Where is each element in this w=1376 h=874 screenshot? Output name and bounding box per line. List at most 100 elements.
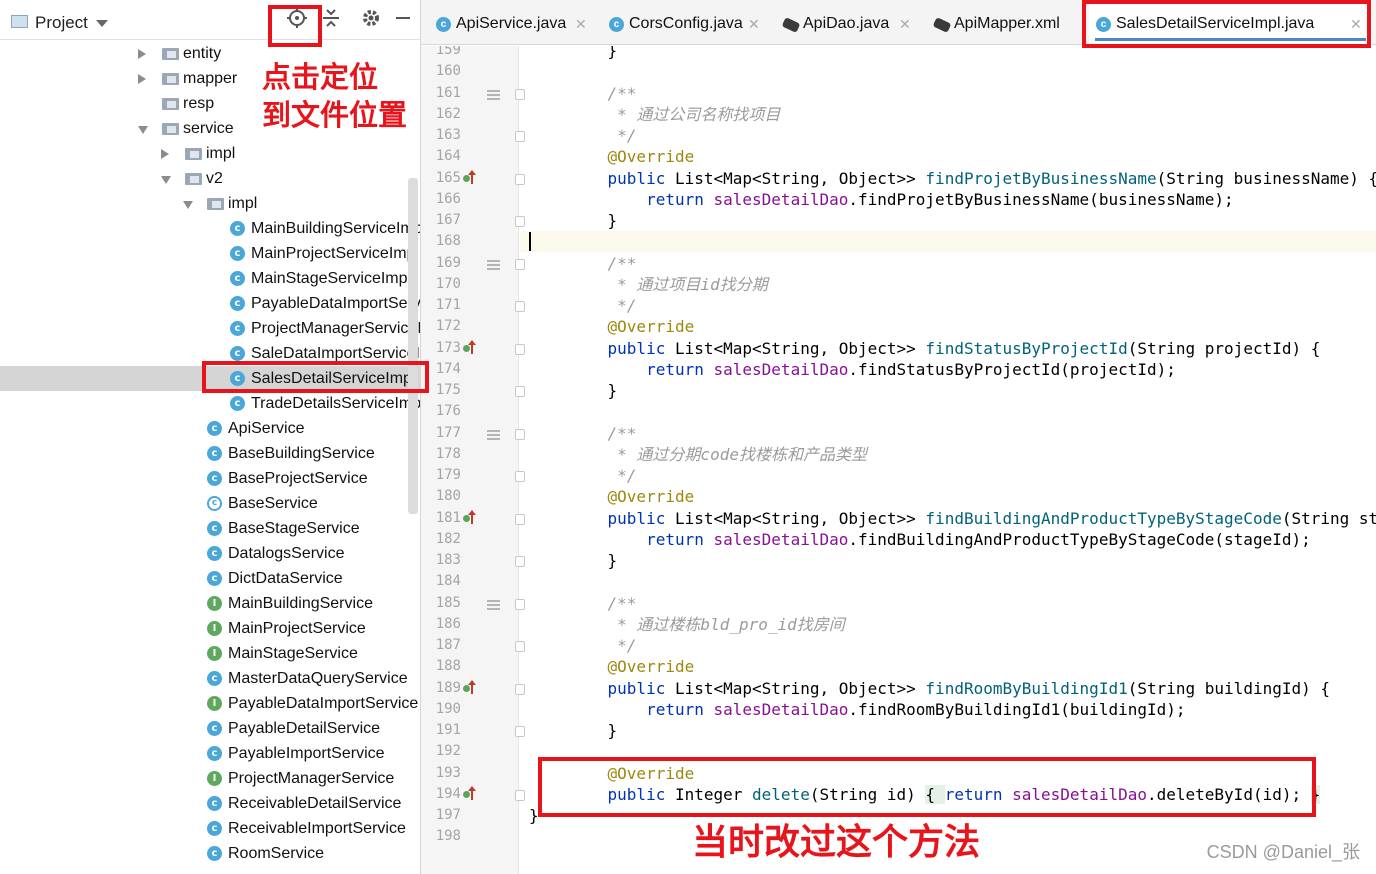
editor-tab[interactable]: c ApiService.java ✕ [429,0,597,45]
doc-comment-icon[interactable] [487,89,500,100]
tree-item[interactable]: c BaseBuildingService [0,441,420,466]
settings-button[interactable] [358,8,384,34]
fold-marker-icon[interactable] [515,216,525,227]
editor-tab[interactable]: ApiMapper.xml [927,0,1082,45]
chevron-down-icon[interactable] [183,201,193,209]
line-number: 168 [435,233,461,250]
chevron-down-icon[interactable] [161,176,171,184]
project-panel-title[interactable]: Project [35,13,88,33]
interface-icon: I [207,646,222,661]
fold-marker-icon[interactable] [515,173,525,185]
chevron-right-icon[interactable] [161,149,169,159]
tree-item[interactable]: c PayableDataImportServiceImpl [0,291,420,316]
chevron-right-icon[interactable] [138,74,146,84]
code-token: public [607,168,675,188]
tree-item[interactable]: impl [0,191,420,216]
interface-icon: I [207,696,222,711]
line-number: 160 [435,63,461,80]
code-line: * 通过楼栋bld_pro_id找房间 [569,614,845,634]
tree-item[interactable]: I MainStageService [0,641,420,666]
code-line: * 通过项目id找分期 [569,274,768,294]
fold-marker-icon[interactable] [515,258,525,270]
implements-method-icon[interactable] [463,679,479,696]
line-number: 163 [435,127,461,143]
code-line: } [569,721,618,740]
tree-item[interactable]: c PayableImportService [0,741,420,766]
tree-item[interactable]: c DatalogsService [0,541,420,566]
code-token: findBuildingAndProductTypeByStageCode [925,508,1282,528]
close-icon[interactable]: ✕ [748,0,760,48]
tree-item[interactable]: c ReceivableDetailService [0,791,420,816]
chevron-right-icon[interactable] [138,49,146,59]
fold-marker-icon[interactable] [515,789,525,801]
code-line: public List<Map<String, Object>> findPro… [569,168,1376,189]
code-token: salesDetailDao [713,529,849,549]
code-line: */ [569,296,637,315]
hide-panel-button[interactable] [390,8,416,34]
doc-comment-icon[interactable] [487,429,500,440]
doc-comment-icon[interactable] [487,259,500,270]
fold-marker-icon[interactable] [515,556,525,567]
fold-marker-icon[interactable] [515,513,525,525]
implements-method-icon[interactable] [463,785,479,802]
tree-item[interactable]: c TradeDetailsServiceImpl [0,391,420,416]
line-number: 179 [435,467,461,483]
fold-marker-icon[interactable] [515,641,525,652]
project-scrollbar[interactable] [408,178,418,514]
tree-item[interactable]: c BaseProjectService [0,466,420,491]
line-number: 192 [435,743,461,760]
tree-item[interactable]: c ProjectManagerServiceImpl [0,316,420,341]
code-editor[interactable]: 159 160 161 162 163 164 165 166 167 168 169 170 171 1… [421,46,1376,874]
close-icon[interactable]: ✕ [899,0,911,48]
tree-item[interactable]: c MainStageServiceImpl [0,266,420,291]
tree-item[interactable]: c BaseStageService [0,516,420,541]
close-icon[interactable]: ✕ [575,0,587,48]
tree-item-label: MainProjectService [228,620,366,637]
doc-comment-icon[interactable] [487,599,500,610]
code-line: return salesDetailDao.findProjetByBusine… [569,189,1234,210]
tree-item-label: BaseBuildingService [228,445,375,462]
line-number: 176 [435,403,461,420]
fold-marker-icon[interactable] [515,726,525,737]
dot-mark [463,684,470,692]
tree-item[interactable]: I MainBuildingService [0,591,420,616]
fold-marker-icon[interactable] [515,683,525,695]
tree-item-label: ReceivableDetailService [228,795,402,812]
fold-marker-icon[interactable] [515,131,525,142]
line-number: 177 [435,424,461,441]
implements-method-icon[interactable] [463,169,479,186]
tree-item[interactable]: c BaseService [0,491,420,516]
editor-tab[interactable]: ApiDao.java ✕ [776,0,921,45]
tree-item[interactable]: I MainProjectService [0,616,420,641]
fold-marker-icon[interactable] [515,471,525,482]
tree-item[interactable]: c MasterDataQueryService [0,666,420,691]
fold-marker-icon[interactable] [515,343,525,355]
tree-item[interactable]: c ReceivableImportService [0,816,420,841]
implements-method-icon[interactable] [463,339,479,356]
line-number: 183 [435,552,461,568]
tree-item[interactable]: c RoomService [0,841,420,866]
tree-item[interactable]: c ApiService [0,416,420,441]
tree-item[interactable]: I PayableDataImportService [0,691,420,716]
tree-item[interactable]: c MainProjectServiceImpl [0,241,420,266]
tree-item-label: ReceivableImportService [228,820,406,837]
tree-item[interactable]: impl [0,141,420,166]
fold-marker-icon[interactable] [515,88,525,100]
code-token: public [607,508,675,528]
tree-item[interactable]: I ProjectManagerService [0,766,420,791]
implements-method-icon[interactable] [463,509,479,526]
fold-marker-icon[interactable] [515,598,525,610]
line-number: 178 [435,445,461,462]
chevron-down-icon[interactable] [138,126,148,134]
fold-marker-icon[interactable] [515,386,525,397]
code-token: public [607,678,675,698]
fold-marker-icon[interactable] [515,428,525,440]
editor-tab[interactable]: c CorsConfig.java ✕ [602,0,770,45]
tree-item[interactable]: c PayableDetailService [0,716,420,741]
tree-item[interactable]: v2 [0,166,420,191]
fold-marker-icon[interactable] [515,301,525,312]
tree-item[interactable]: c MainBuildingServiceImpl [0,216,420,241]
chevron-down-icon[interactable] [96,20,108,27]
tree-item[interactable]: c DictDataService [0,566,420,591]
